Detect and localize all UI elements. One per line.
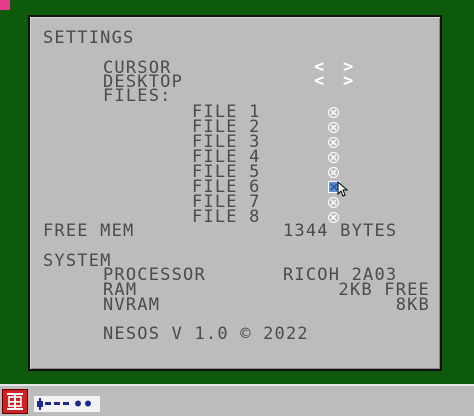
file-5-slot-icon[interactable] xyxy=(328,167,339,178)
settings-window: SETTINGS CURSOR < > DESKTOP < > FILES: F… xyxy=(28,15,442,371)
nvram-value: 8KB xyxy=(395,295,430,315)
nvram-label: NVRAM xyxy=(103,295,161,315)
app-window-icon xyxy=(37,398,91,410)
mouse-pointer-icon xyxy=(337,181,349,197)
start-button[interactable] xyxy=(2,389,28,414)
corner-marker xyxy=(0,0,10,10)
settings-title: SETTINGS xyxy=(43,28,135,48)
taskbar xyxy=(0,384,474,416)
system-title: SYSTEM xyxy=(43,251,112,271)
free-mem-value: 1344 BYTES xyxy=(283,221,398,241)
os-version-text: NESOS V 1.0 © 2022 xyxy=(103,324,309,344)
file-2-slot-icon[interactable] xyxy=(328,122,339,133)
task-item-settings[interactable] xyxy=(34,396,100,412)
file-7-slot-icon[interactable] xyxy=(328,197,339,208)
desktop-next-arrow-icon[interactable]: > xyxy=(343,73,353,90)
free-mem-label: FREE MEM xyxy=(43,221,135,241)
desktop: SETTINGS CURSOR < > DESKTOP < > FILES: F… xyxy=(0,0,474,416)
file-8-label: FILE 8 xyxy=(192,207,261,227)
file-3-slot-icon[interactable] xyxy=(328,137,339,148)
desktop-prev-arrow-icon[interactable]: < xyxy=(314,73,324,90)
files-setting-label: FILES: xyxy=(103,86,172,106)
nesos-logo-icon xyxy=(7,393,23,410)
file-1-slot-icon[interactable] xyxy=(328,107,339,118)
file-4-slot-icon[interactable] xyxy=(328,152,339,163)
